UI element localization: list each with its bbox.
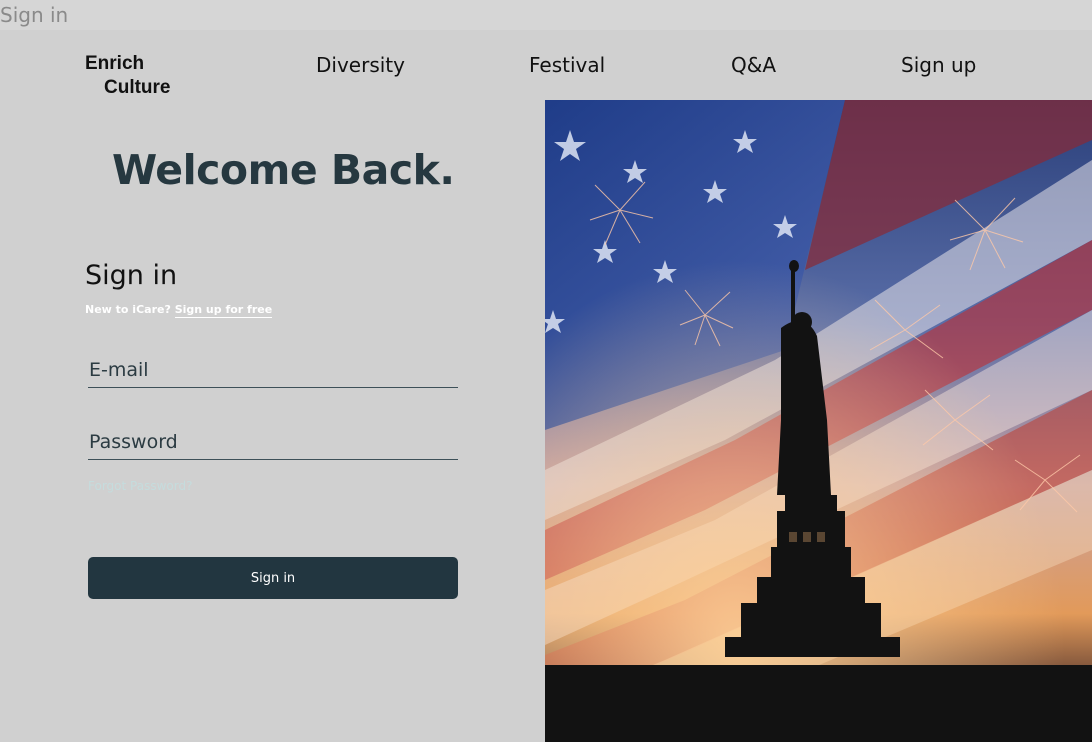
welcome-heading: Welcome Back. xyxy=(112,146,455,194)
nav-qa[interactable]: Q&A xyxy=(731,53,776,77)
logo[interactable]: Enrich Culture xyxy=(85,52,171,100)
logo-line-1: Enrich xyxy=(85,53,145,74)
signup-link[interactable]: Sign up for free xyxy=(174,303,273,318)
logo-line-2: Culture xyxy=(104,77,171,98)
password-field-container xyxy=(88,420,458,460)
signin-title: Sign in xyxy=(85,260,178,291)
nav-sign-up[interactable]: Sign up xyxy=(901,53,976,77)
nav-festival[interactable]: Festival xyxy=(529,53,605,77)
forgot-password-link[interactable]: Forgot Password? xyxy=(88,479,192,493)
email-field-container xyxy=(88,348,458,388)
nav-diversity[interactable]: Diversity xyxy=(316,53,405,77)
frame-title: Sign in xyxy=(0,3,69,27)
email-field[interactable] xyxy=(88,348,458,387)
signup-hint: New to iCare? Sign up for free xyxy=(85,303,273,318)
password-field[interactable] xyxy=(88,420,458,459)
signin-page: Enrich Culture Diversity Festival Q&A Si… xyxy=(0,30,1092,742)
signin-button[interactable]: Sign in xyxy=(88,557,458,599)
hero-image xyxy=(545,100,1092,742)
signup-prompt: New to iCare? xyxy=(85,303,171,316)
